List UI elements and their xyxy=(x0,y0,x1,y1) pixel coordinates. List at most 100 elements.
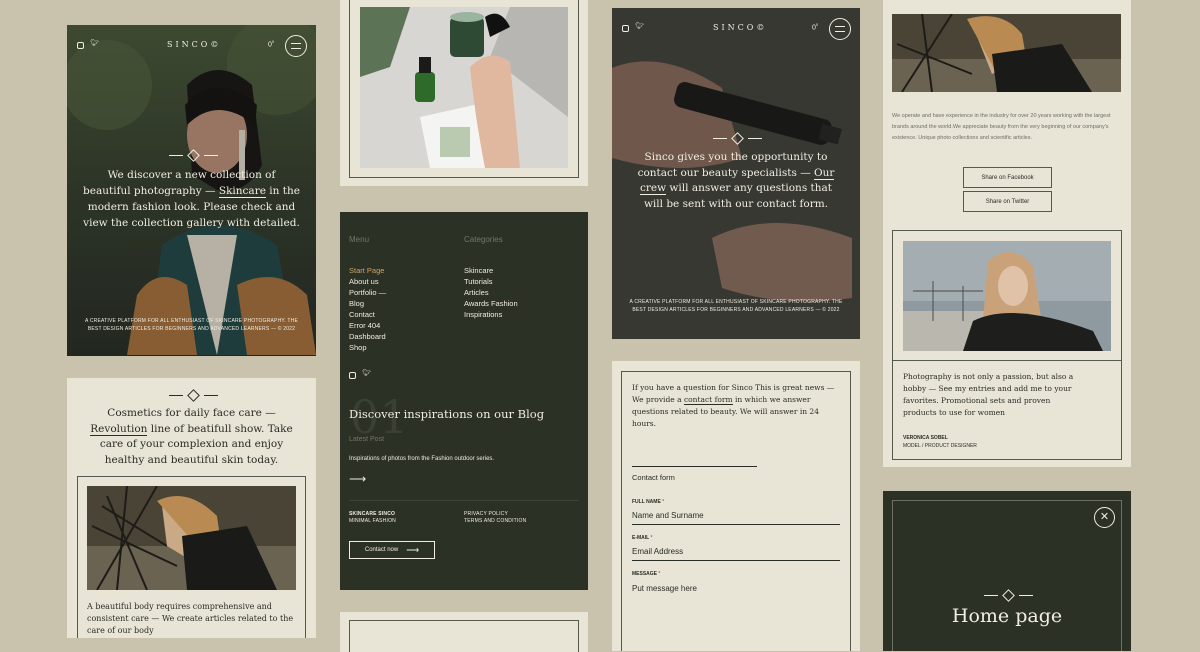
category-awards-fashion[interactable]: Awards Fashion xyxy=(464,298,518,309)
footer-skincare-sinco[interactable]: SKINCARE SINCO xyxy=(349,511,396,518)
full-name-label: FULL NAME * xyxy=(632,499,664,505)
cosmetics-text-a: Cosmetics for daily face care — xyxy=(107,407,276,419)
email-label-text: E-MAIL xyxy=(632,535,650,541)
twitter-icon[interactable]: 🐦︎ xyxy=(635,22,644,30)
contact-form-link[interactable]: contact form xyxy=(683,395,733,405)
hamburger-menu-button[interactable] xyxy=(829,18,851,40)
home-page-link[interactable]: Home page xyxy=(883,605,1131,627)
testimonial-author: VERONICA SOBEL xyxy=(903,435,948,441)
menu-item-dashboard[interactable]: Dashboard xyxy=(349,331,386,342)
close-icon: ✕ xyxy=(1099,511,1110,523)
contact-now-button[interactable]: Contact now ⟶ xyxy=(349,541,435,559)
form-title: Contact form xyxy=(632,473,675,482)
full-name-label-text: FULL NAME xyxy=(632,499,661,505)
menu-item-shop[interactable]: Shop xyxy=(349,342,386,353)
specialists-text-a: Sinco gives you the opportunity to conta… xyxy=(637,151,828,179)
required-mark: * xyxy=(650,535,653,541)
ornament-divider xyxy=(713,132,762,145)
close-button[interactable]: ✕ xyxy=(1094,507,1115,528)
menu-icon xyxy=(291,43,301,49)
category-skincare[interactable]: Skincare xyxy=(464,265,518,276)
specialists-footer-text: A CREATIVE PLATFORM FOR ALL ENTHUSIAST O… xyxy=(629,299,843,313)
cosmetics-headline: Cosmetics for daily face care — Revoluti… xyxy=(81,406,302,468)
footer-terms[interactable]: TERMS AND CONDITION xyxy=(464,518,526,525)
menu-item-portfolio[interactable]: Portfolio — xyxy=(349,287,386,298)
ornament-divider xyxy=(984,589,1033,602)
ornament-divider xyxy=(169,149,218,162)
email-label: E-MAIL * xyxy=(632,535,652,541)
skincare-bottles-photo[interactable] xyxy=(360,7,568,168)
hamburger-menu-button[interactable] xyxy=(285,35,307,57)
counter-sup: 0 xyxy=(815,22,819,27)
menu-footer-divider xyxy=(349,500,579,501)
menu-item-blog[interactable]: Blog xyxy=(349,298,386,309)
contact-form-frame: If you have a question for Sinco This is… xyxy=(621,371,851,651)
arrow-right-icon: ⟶ xyxy=(406,544,420,555)
article-excerpt: A beautiful body requires comprehensive … xyxy=(87,602,294,635)
email-underline xyxy=(632,560,840,561)
latest-post-label: Latest Post xyxy=(349,436,385,443)
skincare-link[interactable]: Skincare xyxy=(218,185,266,198)
arrow-right-icon[interactable]: ⟶ xyxy=(349,472,366,486)
menu-item-start-page[interactable]: Start Page xyxy=(349,265,386,276)
contact-form-card: If you have a question for Sinco This is… xyxy=(612,361,860,651)
contact-now-label: Contact now xyxy=(364,547,399,553)
instagram-icon[interactable] xyxy=(349,372,356,379)
instagram-icon[interactable] xyxy=(622,25,629,32)
woman-branches-photo[interactable] xyxy=(87,486,296,590)
footer-privacy-policy[interactable]: PRIVACY POLICY xyxy=(464,511,526,518)
category-articles[interactable]: Articles xyxy=(464,287,518,298)
product-photo-frame xyxy=(349,0,579,178)
woman-branches-photo-top[interactable] xyxy=(892,14,1121,92)
blog-heading[interactable]: Discover inspirations on our Blog xyxy=(349,407,544,421)
required-mark: * xyxy=(658,571,661,577)
about-card: We operate and have experience in the in… xyxy=(883,0,1131,467)
message-label: MESSAGE * xyxy=(632,571,660,577)
share-twitter-button[interactable]: Share on Twitter xyxy=(963,191,1052,212)
menu-footer-left: SKINCARE SINCO MINIMAL FASHION xyxy=(349,511,396,525)
menu-item-error-404[interactable]: Error 404 xyxy=(349,320,386,331)
message-textarea[interactable]: Put message here xyxy=(632,584,840,593)
share-facebook-label: Share on Facebook xyxy=(981,174,1034,181)
hero-headline: We discover a new collection of beautifu… xyxy=(83,167,300,231)
menu-overlay-panel: ✕ Home page xyxy=(883,491,1131,651)
menu-item-contact[interactable]: Contact xyxy=(349,309,386,320)
footer-minimal-fashion[interactable]: MINIMAL FASHION xyxy=(349,518,396,525)
brand-logo[interactable]: SINCO© xyxy=(167,40,221,49)
share-facebook-button[interactable]: Share on Facebook xyxy=(963,167,1052,188)
menu-heading: Menu xyxy=(349,235,370,244)
article-card-frame: A beautiful body requires comprehensive … xyxy=(77,476,306,638)
revolution-link[interactable]: Revolution xyxy=(90,422,148,436)
about-text: We operate and have experience in the in… xyxy=(892,113,1111,141)
slide-counter: 00 xyxy=(812,22,818,31)
specialists-headline: Sinco gives you the opportunity to conta… xyxy=(632,150,840,212)
quote-divider xyxy=(893,360,1121,361)
form-title-divider xyxy=(632,466,757,467)
testimonial-frame: Photography is not only a passion, but a… xyxy=(892,230,1122,460)
specialists-phone-screen: 🐦︎ SINCO© 00 Sinco gives you the opportu… xyxy=(612,8,860,339)
category-tutorials[interactable]: Tutorials xyxy=(464,276,518,287)
categories-heading: Categories xyxy=(464,235,503,244)
hero-footer-text: A CREATIVE PLATFORM FOR ALL ENTHUSIAST O… xyxy=(85,318,298,332)
twitter-icon[interactable]: 🐦︎ xyxy=(90,39,99,47)
counter-sup: 0 xyxy=(271,39,275,44)
menu-item-about[interactable]: About us xyxy=(349,276,386,287)
full-name-input[interactable]: Name and Surname xyxy=(632,511,840,520)
latest-post-text[interactable]: Inspirations of photos from the Fashion … xyxy=(349,456,494,462)
categories-list: Skincare Tutorials Articles Awards Fashi… xyxy=(464,265,518,320)
required-mark: * xyxy=(662,499,665,505)
partial-frame xyxy=(349,620,579,652)
brand-logo[interactable]: SINCO© xyxy=(713,23,767,32)
product-photo-card xyxy=(340,0,588,186)
instagram-icon[interactable] xyxy=(77,42,84,49)
twitter-icon[interactable]: 🐦︎ xyxy=(362,369,371,377)
slide-counter: 00 xyxy=(268,39,274,48)
category-inspirations[interactable]: Inspirations xyxy=(464,309,518,320)
email-input[interactable]: Email Address xyxy=(632,547,840,556)
full-name-underline xyxy=(632,524,840,525)
bottom-partial-card xyxy=(340,612,588,652)
testimonial-quote: Photography is not only a passion, but a… xyxy=(903,372,1074,417)
contact-intro: If you have a question for Sinco This is… xyxy=(632,382,842,430)
blonde-woman-photo[interactable] xyxy=(903,241,1111,351)
cosmetics-card: Cosmetics for daily face care — Revoluti… xyxy=(67,378,316,638)
